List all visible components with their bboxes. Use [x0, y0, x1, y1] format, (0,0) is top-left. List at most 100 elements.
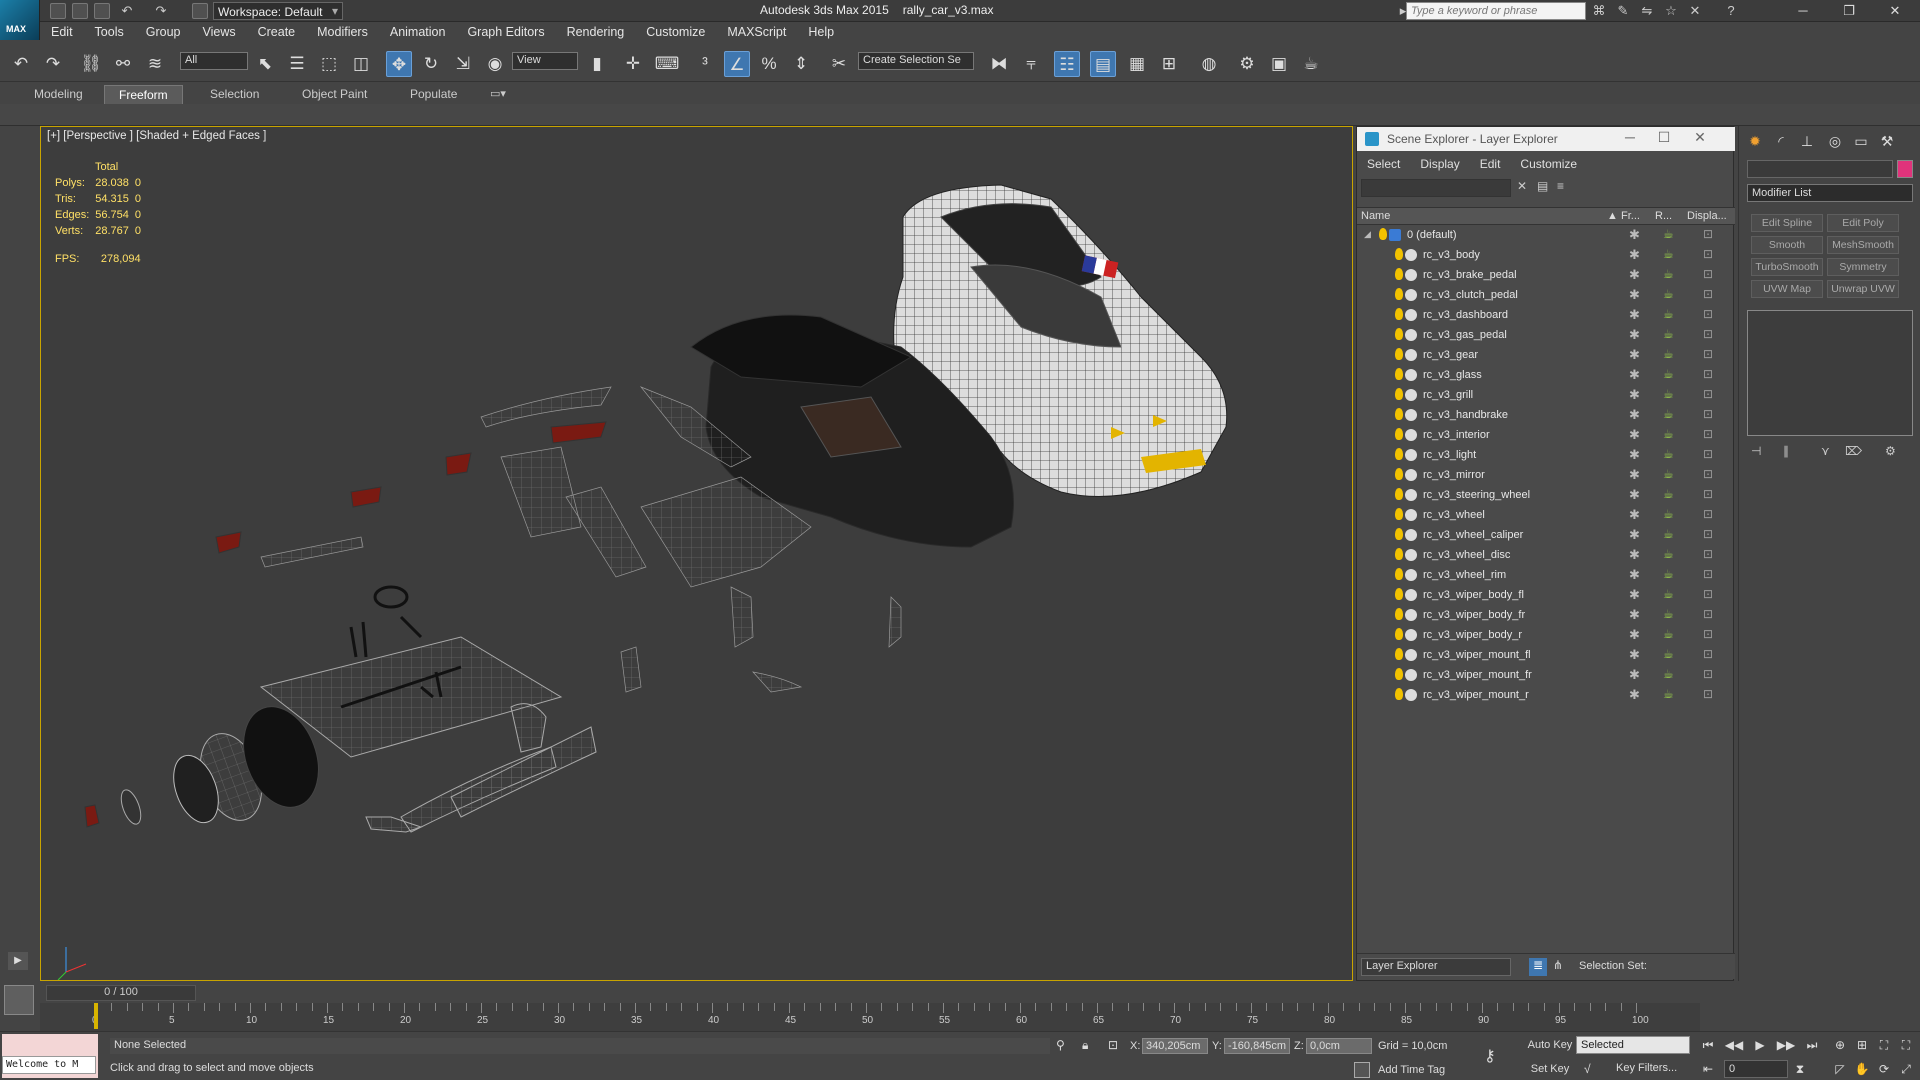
light-bulb-icon[interactable]	[1395, 388, 1403, 400]
key-selection-dropdown[interactable]: Selected	[1576, 1036, 1690, 1054]
workspace-dropdown[interactable]: Workspace: Default	[213, 2, 343, 20]
freeze-icon[interactable]: ✱	[1629, 367, 1640, 383]
clear-search-icon[interactable]: ✕	[1517, 179, 1527, 193]
object-name[interactable]: rc_v3_steering_wheel	[1423, 489, 1530, 501]
display-box-icon[interactable]: ⊡	[1703, 487, 1713, 501]
light-bulb-icon[interactable]	[1395, 668, 1403, 680]
render-teapot-icon[interactable]: ☕	[1663, 407, 1674, 421]
edit-spline-button[interactable]: Edit Spline	[1751, 214, 1823, 232]
layer-row[interactable]: rc_v3_wiper_mount_fr ✱ ☕ ⊡	[1357, 665, 1735, 685]
menu-views[interactable]: Views	[191, 22, 246, 42]
object-name[interactable]: rc_v3_wheel_caliper	[1423, 529, 1523, 541]
remove-modifier-icon[interactable]: ⌦	[1845, 444, 1862, 458]
layer-name[interactable]: 0 (default)	[1407, 229, 1457, 241]
layer-row[interactable]: rc_v3_brake_pedal ✱ ☕ ⊡	[1357, 265, 1735, 285]
scene-menu-select[interactable]: Select	[1357, 155, 1410, 173]
angle-snap-icon[interactable]: ∠	[724, 51, 750, 77]
tab-populate[interactable]: Populate	[396, 85, 471, 103]
render-teapot-icon[interactable]: ☕	[1663, 427, 1674, 441]
display-tab-icon[interactable]: ▭	[1849, 130, 1873, 152]
maxscript-mini-listener[interactable]: Welcome to M	[2, 1056, 96, 1074]
layer-row[interactable]: rc_v3_glass ✱ ☕ ⊡	[1357, 365, 1735, 385]
light-bulb-icon[interactable]	[1395, 328, 1403, 340]
layer-row[interactable]: rc_v3_handbrake ✱ ☕ ⊡	[1357, 405, 1735, 425]
freeze-icon[interactable]: ✱	[1629, 407, 1640, 423]
zoom-all-icon[interactable]: ⊞	[1852, 1036, 1872, 1054]
display-box-icon[interactable]: ⊡	[1703, 347, 1713, 361]
menu-edit[interactable]: Edit	[40, 22, 84, 42]
orbit-icon[interactable]: ⟳	[1874, 1060, 1894, 1078]
display-box-icon[interactable]: ⊡	[1703, 327, 1713, 341]
object-name[interactable]: rc_v3_wiper_body_r	[1423, 629, 1522, 641]
pin-stack-icon[interactable]: ⊣	[1751, 444, 1761, 458]
light-bulb-icon[interactable]	[1379, 228, 1387, 240]
play-icon[interactable]: ▶	[1750, 1036, 1770, 1054]
light-bulb-icon[interactable]	[1395, 628, 1403, 640]
display-box-icon[interactable]: ⊡	[1703, 287, 1713, 301]
column-display[interactable]: Displa...	[1687, 210, 1727, 222]
light-bulb-icon[interactable]	[1395, 568, 1403, 580]
ribbon-options-icon[interactable]: ▭▾	[490, 87, 506, 100]
unwrap-uvw-button[interactable]: Unwrap UVW	[1827, 280, 1899, 298]
freeze-icon[interactable]: ✱	[1629, 467, 1640, 483]
layer-row[interactable]: rc_v3_mirror ✱ ☕ ⊡	[1357, 465, 1735, 485]
layer-row[interactable]: rc_v3_wiper_body_fl ✱ ☕ ⊡	[1357, 585, 1735, 605]
render-teapot-icon[interactable]: ☕	[1663, 567, 1674, 581]
render-teapot-icon[interactable]: ☕	[1663, 347, 1674, 361]
absolute-mode-icon[interactable]: ⊡	[1108, 1038, 1118, 1052]
current-frame-field[interactable]: 0	[1724, 1060, 1788, 1078]
isolate-icon[interactable]: ⚲	[1056, 1038, 1065, 1052]
display-box-icon[interactable]: ⊡	[1703, 227, 1713, 241]
display-box-icon[interactable]: ⊡	[1703, 427, 1713, 441]
object-name[interactable]: rc_v3_interior	[1423, 429, 1490, 441]
render-teapot-icon[interactable]: ☕	[1663, 267, 1674, 281]
show-end-result-icon[interactable]: ∥	[1783, 444, 1789, 458]
freeze-icon[interactable]: ✱	[1629, 427, 1640, 443]
subscription-icon[interactable]: ⇋	[1638, 2, 1656, 20]
render-teapot-icon[interactable]: ☕	[1663, 627, 1674, 641]
toggle-layer-explorer-icon[interactable]: ▤	[1090, 51, 1116, 77]
selection-region-icon[interactable]: ⬚	[316, 51, 342, 77]
app-logo[interactable]: MAX	[0, 0, 40, 40]
zoom-extents-all-icon[interactable]: ⛶	[1896, 1036, 1916, 1054]
display-box-icon[interactable]: ⊡	[1703, 647, 1713, 661]
object-name[interactable]: rc_v3_wiper_mount_fl	[1423, 649, 1531, 661]
light-bulb-icon[interactable]	[1395, 588, 1403, 600]
freeze-icon[interactable]: ✱	[1629, 667, 1640, 683]
light-bulb-icon[interactable]	[1395, 688, 1403, 700]
manipulate-icon[interactable]: ✛	[620, 51, 646, 77]
object-name[interactable]: rc_v3_glass	[1423, 369, 1482, 381]
display-box-icon[interactable]: ⊡	[1703, 407, 1713, 421]
place-icon[interactable]: ◉	[482, 51, 508, 77]
render-teapot-icon[interactable]: ☕	[1663, 367, 1674, 381]
maximize-icon[interactable]: ☐	[1649, 129, 1679, 149]
display-box-icon[interactable]: ⊡	[1703, 507, 1713, 521]
light-bulb-icon[interactable]	[1395, 428, 1403, 440]
redo-icon[interactable]: ↷	[152, 2, 170, 20]
layer-row[interactable]: rc_v3_wiper_mount_r ✱ ☕ ⊡	[1357, 685, 1735, 705]
turbosmooth-button[interactable]: TurboSmooth	[1751, 258, 1823, 276]
freeze-icon[interactable]: ✱	[1629, 547, 1640, 563]
display-box-icon[interactable]: ⊡	[1703, 467, 1713, 481]
search-input[interactable]: Type a keyword or phrase	[1406, 2, 1586, 20]
display-box-icon[interactable]: ⊡	[1703, 527, 1713, 541]
freeze-icon[interactable]: ✱	[1629, 267, 1640, 283]
render-teapot-icon[interactable]: ☕	[1663, 467, 1674, 481]
display-box-icon[interactable]: ⊡	[1703, 307, 1713, 321]
object-color-swatch[interactable]	[1897, 160, 1913, 178]
light-bulb-icon[interactable]	[1395, 508, 1403, 520]
utilities-tab-icon[interactable]: ⚒	[1875, 130, 1899, 152]
material-editor-icon[interactable]: ◍	[1196, 51, 1222, 77]
prev-frame-icon[interactable]: ◀◀	[1724, 1036, 1744, 1054]
exchange-icon[interactable]: ✕	[1686, 2, 1704, 20]
freeze-icon[interactable]: ✱	[1629, 567, 1640, 583]
layer-properties-icon[interactable]: ≡	[1557, 179, 1564, 193]
tools-icon[interactable]: ✎	[1614, 2, 1632, 20]
object-name-field[interactable]	[1747, 160, 1893, 178]
curve-editor-icon[interactable]: ⊞	[1156, 51, 1182, 77]
minimize-icon[interactable]: ─	[1615, 129, 1645, 149]
render-teapot-icon[interactable]: ☕	[1663, 667, 1674, 681]
maximize-viewport-icon[interactable]: ⤢	[1896, 1060, 1916, 1078]
layer-row[interactable]: rc_v3_light ✱ ☕ ⊡	[1357, 445, 1735, 465]
render-setup-icon[interactable]: ⚙	[1234, 51, 1260, 77]
